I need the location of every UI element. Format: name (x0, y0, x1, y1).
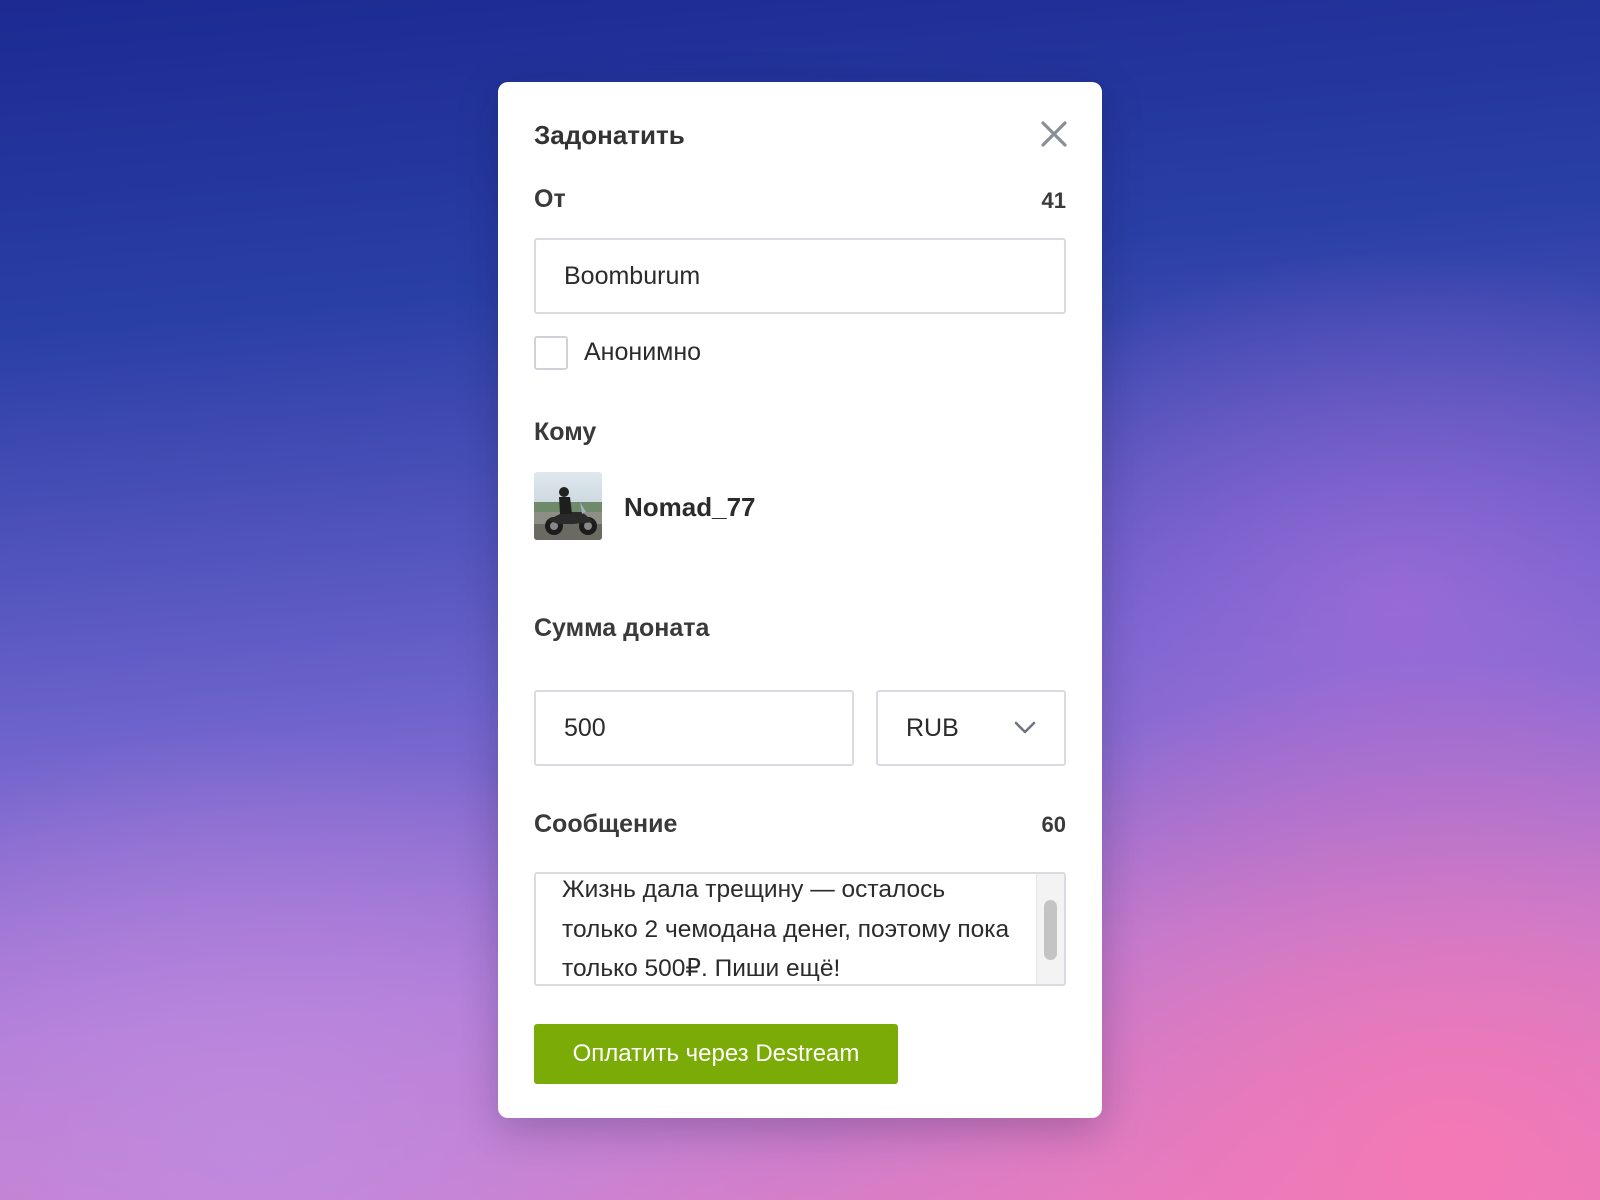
scrollbar-thumb[interactable] (1044, 900, 1057, 960)
close-button[interactable] (1038, 118, 1070, 150)
from-label: От (534, 185, 566, 213)
chevron-down-icon (1014, 721, 1036, 734)
amount-label: Сумма доната (534, 614, 710, 642)
currency-value: RUB (906, 713, 959, 742)
donate-dialog: Задонатить От 41 Boomburum Анонимно Кому (498, 82, 1102, 1118)
close-icon (1041, 121, 1067, 147)
amount-value: 500 (564, 713, 606, 742)
recipient-name: Nomad_77 (624, 492, 756, 522)
recipient-avatar (534, 472, 602, 540)
dialog-title: Задонатить (534, 120, 685, 150)
avatar-photo-icon (534, 472, 602, 540)
message-scrollbar[interactable] (1036, 874, 1064, 984)
amount-input[interactable]: 500 (534, 690, 854, 766)
pay-destream-button[interactable]: Оплатить через Destream (534, 1024, 898, 1084)
anonymous-checkbox[interactable] (534, 336, 568, 370)
to-label: Кому (534, 418, 597, 446)
message-char-counter: 60 (1041, 812, 1066, 837)
anonymous-label[interactable]: Анонимно (584, 338, 701, 367)
from-name-field[interactable]: Boomburum (534, 238, 1066, 314)
message-text: Жизнь дала трещину — осталось только 2 ч… (562, 876, 1010, 982)
message-textarea[interactable]: Жизнь дала трещину — осталось только 2 ч… (534, 872, 1066, 986)
from-char-counter: 41 (1041, 188, 1066, 213)
currency-select[interactable]: RUB (876, 690, 1066, 766)
message-label: Сообщение (534, 810, 678, 838)
from-name-value: Boomburum (564, 261, 701, 290)
